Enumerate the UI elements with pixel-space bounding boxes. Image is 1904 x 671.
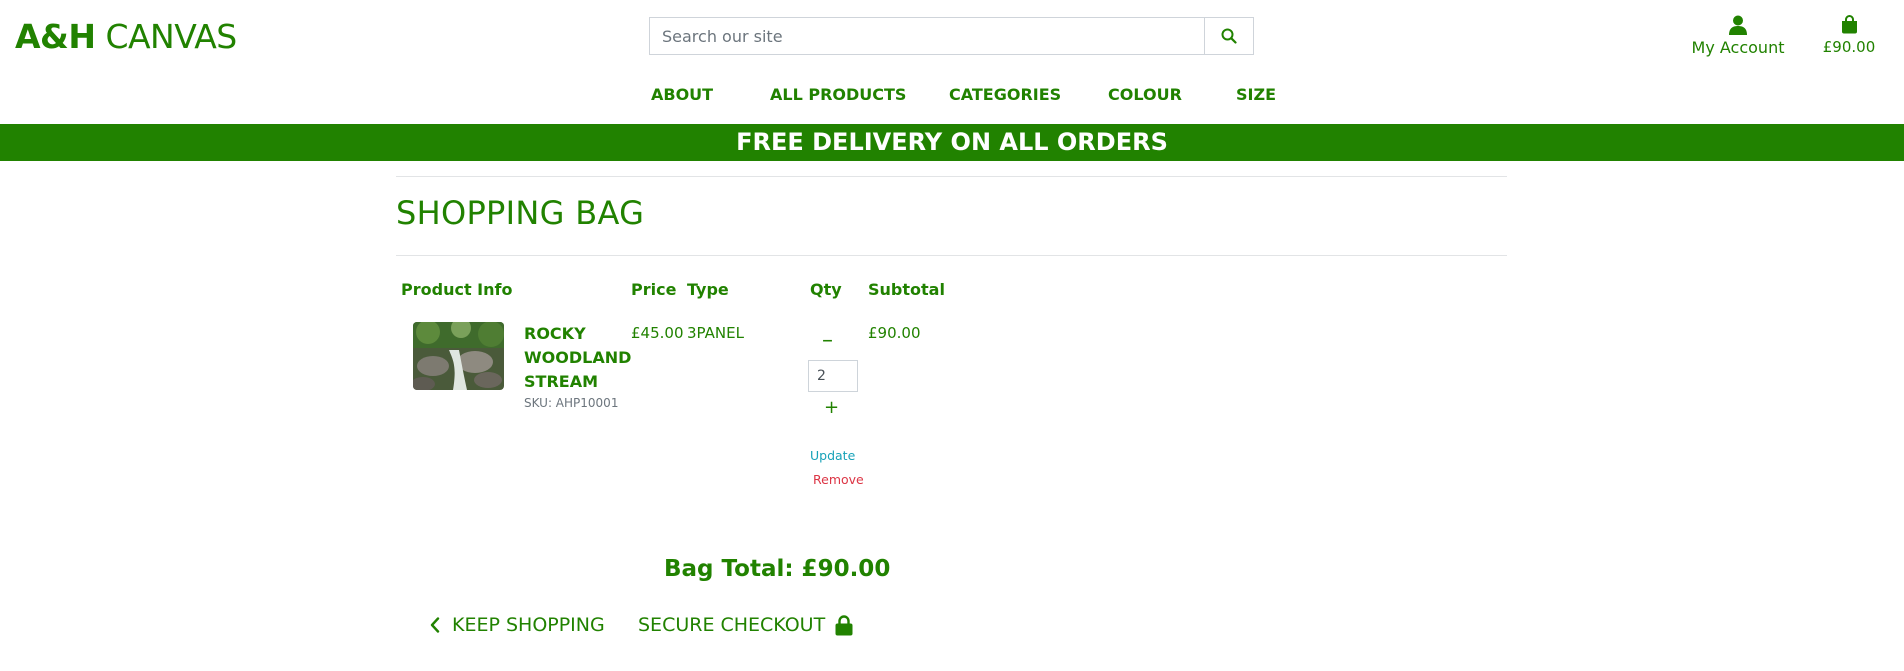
bag-link[interactable]: £90.00 <box>1818 12 1880 56</box>
column-header-price: Price <box>631 280 677 299</box>
keep-shopping-button[interactable]: KEEP SHOPPING <box>430 614 605 636</box>
my-account-label: My Account <box>1691 38 1785 57</box>
product-subtotal: £90.00 <box>868 324 921 342</box>
product-thumbnail <box>413 322 504 390</box>
lock-icon <box>835 614 853 635</box>
logo-bold-text: A&H <box>15 17 96 56</box>
nav-item-categories[interactable]: CATEGORIES <box>949 85 1061 104</box>
qty-increment-button[interactable]: + <box>824 398 839 418</box>
shopping-bag-icon <box>1841 15 1857 34</box>
bag-total: Bag Total: £90.00 <box>664 556 891 582</box>
product-price: £45.00 <box>631 324 684 342</box>
page-title: SHOPPING BAG <box>396 194 645 232</box>
divider-title <box>396 255 1507 256</box>
update-link[interactable]: Update <box>810 448 855 463</box>
my-account-link[interactable]: My Account <box>1688 12 1788 57</box>
column-header-subtotal: Subtotal <box>868 280 945 299</box>
secure-checkout-button[interactable]: SECURE CHECKOUT <box>638 614 853 636</box>
qty-decrement-button[interactable]: – <box>822 330 833 352</box>
search-bar <box>649 17 1254 55</box>
search-input[interactable] <box>650 18 1204 54</box>
nav-item-colour[interactable]: COLOUR <box>1108 85 1182 104</box>
nav-item-about[interactable]: ABOUT <box>651 85 713 104</box>
column-header-product-info: Product Info <box>401 280 513 299</box>
nav-item-size[interactable]: SIZE <box>1236 85 1276 104</box>
site-logo[interactable]: A&H CANVAS <box>15 17 237 57</box>
logo-light-text: CANVAS <box>105 17 237 56</box>
search-icon <box>1221 28 1237 44</box>
divider-top <box>396 176 1507 177</box>
remove-link[interactable]: Remove <box>813 472 864 487</box>
keep-shopping-label: KEEP SHOPPING <box>452 614 605 636</box>
column-header-type: Type <box>687 280 729 299</box>
main-nav: ABOUT ALL PRODUCTS CATEGORIES COLOUR SIZ… <box>0 85 1904 107</box>
secure-checkout-label: SECURE CHECKOUT <box>638 614 826 636</box>
nav-item-all-products[interactable]: ALL PRODUCTS <box>770 85 906 104</box>
user-icon <box>1729 15 1747 35</box>
column-header-qty: Qty <box>810 280 842 299</box>
product-name: ROCKY WOODLAND STREAM <box>524 324 632 391</box>
free-delivery-banner: FREE DELIVERY ON ALL ORDERS <box>0 124 1904 161</box>
bag-total-amount: £90.00 <box>1822 38 1876 56</box>
chevron-left-icon <box>430 617 440 633</box>
qty-input[interactable] <box>808 360 858 392</box>
product-sku: SKU: AHP10001 <box>524 396 619 410</box>
product-type: 3PANEL <box>687 324 744 342</box>
search-button[interactable] <box>1204 18 1253 54</box>
